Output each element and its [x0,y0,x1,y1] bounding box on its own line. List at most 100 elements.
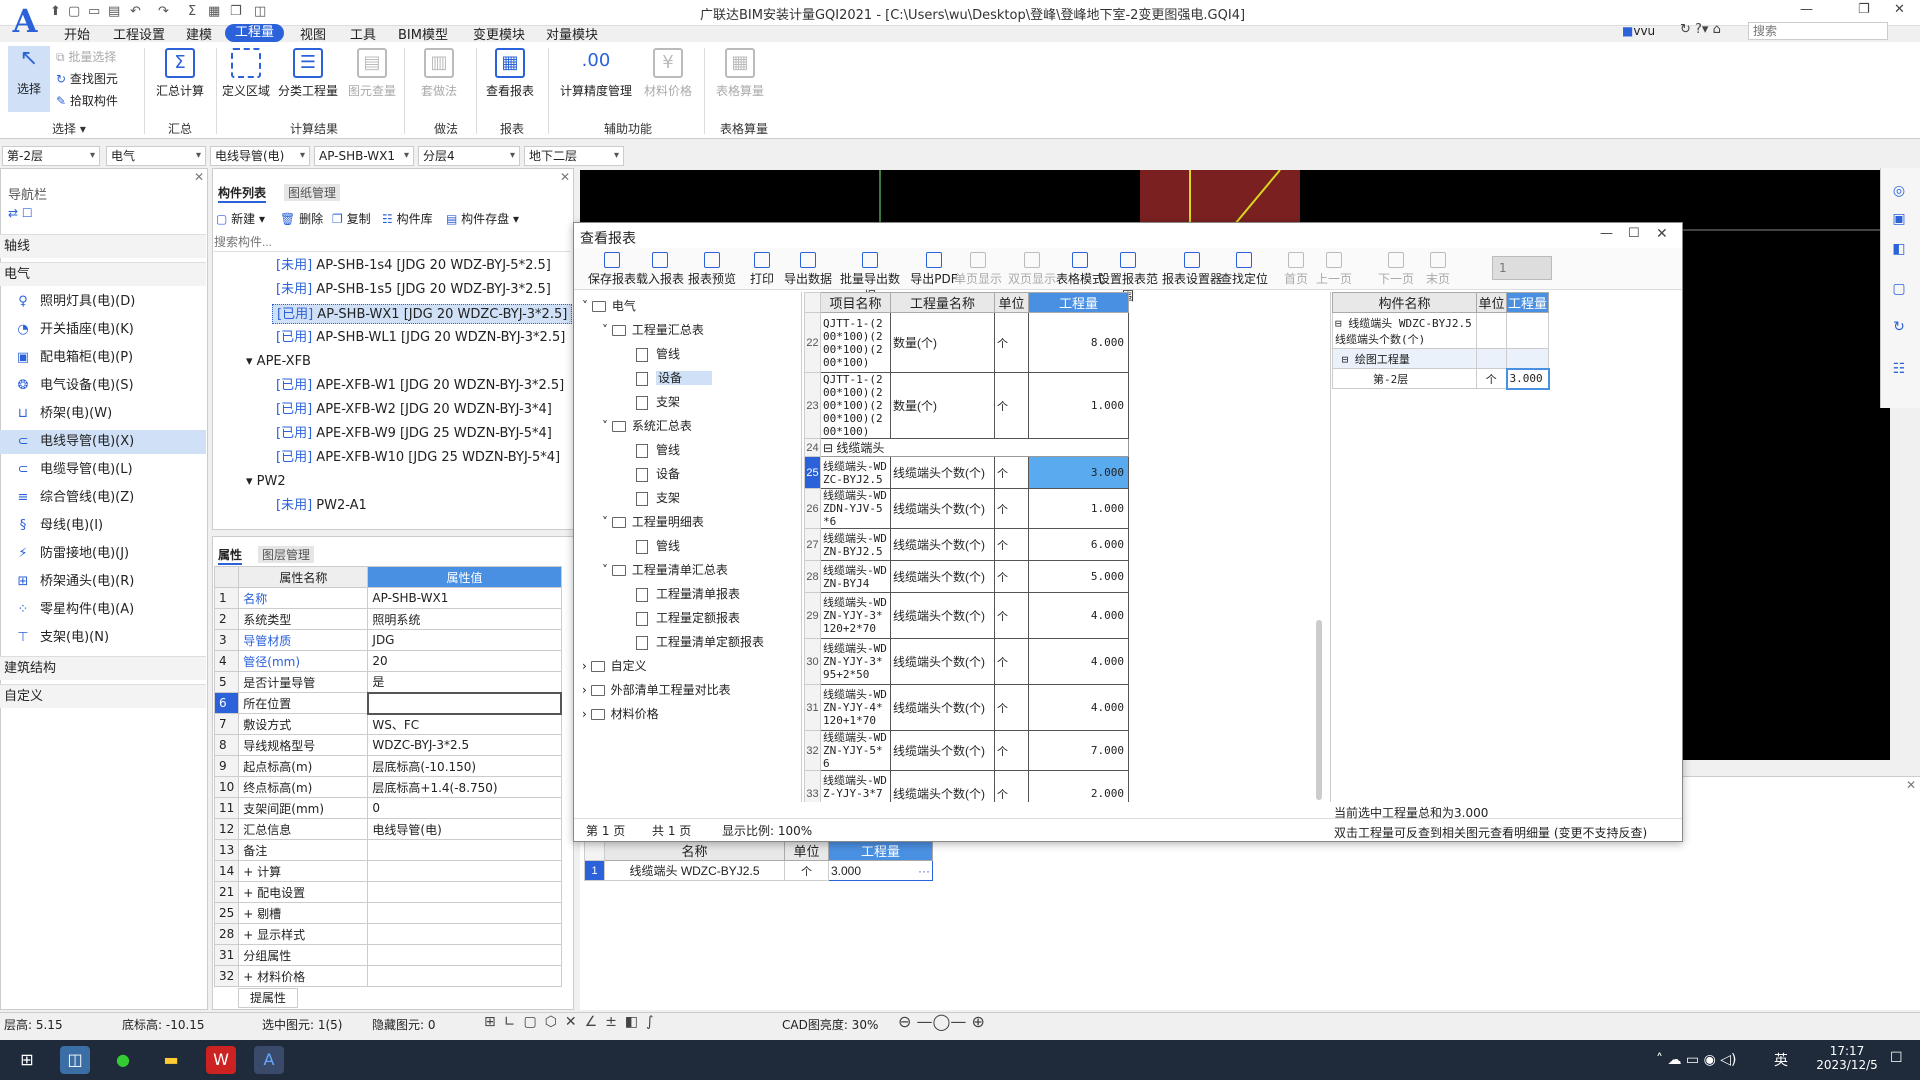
save-icon[interactable]: ⬆ [50,4,61,19]
menu-quantity[interactable]: 工程量 [225,24,285,42]
tab-properties[interactable]: 属性 [218,546,243,565]
discipline-select[interactable]: 电气 [106,146,206,166]
box-icon[interactable]: ▢ [1886,276,1912,302]
menu-change[interactable]: 变更模块 [473,24,525,43]
report-tree-item[interactable]: 支架 [622,390,680,414]
calc-icon[interactable]: Σ [188,4,196,19]
report-row[interactable]: 26 线缆端头-WDZDN-YJV-5*6 线缆端头个数(个) 个 1.000 [804,488,1129,529]
comp-item[interactable]: [未用] AP-SHB-1s4 [JDG 20 WDZ-BYJ-5*2.5] [276,256,551,276]
layer-select[interactable]: 分层4 [418,146,520,166]
print-icon[interactable]: ▤ [108,4,120,19]
prev-page-button[interactable]: 上一页 [1302,252,1366,287]
property-row[interactable]: 31 分组属性 [213,944,562,966]
menu-bim[interactable]: BIM模型 [398,24,448,43]
property-row[interactable]: 10 终点标高(m) 层底标高+1.4(-8.750) [213,776,562,798]
detail-row-component[interactable]: ⊟ 线缆端头 WDZC-BYJ2.5 线缆端头个数(个) [1332,312,1477,349]
delete-component-button[interactable]: 🗑 删除 [280,210,323,227]
comp-item-selected[interactable]: [已用] AP-SHB-WX1 [JDG 20 WDZC-BYJ-3*2.5] [272,304,573,324]
property-row[interactable]: 9 起点标高(m) 层底标高(-10.150) [213,755,562,777]
property-row[interactable]: 32 + 材料价格 [213,965,562,987]
menu-check[interactable]: 对量模块 [546,24,598,43]
comp-item[interactable]: [已用] APE-XFB-W9 [JDG 25 WDZN-BYJ-5*4] [276,424,552,444]
windows-start-icon[interactable]: ⊞ [12,1046,42,1074]
minimize-icon[interactable]: — [1800,2,1813,17]
copy-icon[interactable]: ❐ [230,4,242,19]
grid-icon[interactable]: ▦ [208,4,220,19]
define-area-button[interactable]: 定义区域 [220,48,272,99]
property-row[interactable]: 2 系统类型 照明系统 [213,608,562,630]
report-tree-item[interactable]: ˅ 工程量清单汇总表 [602,558,728,582]
select-button[interactable]: ↖ 选择 [8,46,50,112]
report-tree-item[interactable]: 设备 [622,366,713,390]
property-row[interactable]: 8 导线规格型号 WDZC-BYJ-3*2.5 [213,734,562,756]
table-calc-button[interactable]: ▦ 表格算量 [712,48,768,99]
nav-item-switch[interactable]: ◔ 开关插座(电)(K) [14,318,133,342]
summary-calc-button[interactable]: Σ 汇总计算 [150,48,210,99]
property-row[interactable]: 1 名称 AP-SHB-WX1 [213,587,562,609]
report-row[interactable]: 22 QJTT-1-(200*100)(200*100)(200*100) 数量(个… [804,312,1129,373]
notification-icon[interactable]: ☐ [1890,1050,1903,1066]
pick-component-button[interactable]: ✎ 拾取构件 [56,92,118,109]
new-file-icon[interactable]: ▢ [68,4,80,19]
new-component-button[interactable]: ▢ 新建 ▾ [216,210,265,227]
export-data-button[interactable]: 导出数据 [776,252,840,287]
property-row[interactable]: 25 + 剔槽 [213,902,562,924]
brightness-slider[interactable]: ⊖ —◯— ⊕ [898,1012,985,1031]
property-row[interactable]: 13 备注 [213,839,562,861]
property-row[interactable]: 6 所在位置 [213,691,563,715]
report-tree-item[interactable]: › 外部清单工程量对比表 [582,678,731,702]
report-tree-item[interactable]: ˅ 系统汇总表 [602,414,692,438]
nav-section-elec[interactable]: 电气 [0,262,206,286]
3d-icon[interactable]: ▣ [1886,206,1912,232]
nav-item-bracket[interactable]: ⊤ 支架(电)(N) [14,626,109,650]
report-row[interactable]: 29 线缆端头-WDZN-YJY-3*120+2*70 线缆端头个数(个) 个 4.00… [804,592,1129,639]
floor-select[interactable]: 第-2层 [2,146,100,166]
snap-tools-icon[interactable]: ⊞∟▢⬡✕∠±◧∫ [484,1014,661,1030]
rotate-icon[interactable]: ↻ [1886,314,1912,340]
nav-section-custom[interactable]: 自定义 [0,684,206,708]
nav-item-wire-conduit[interactable]: ⊂ 电线导管(电)(X) [0,430,206,454]
report-tree-item[interactable]: 管线 [622,438,680,462]
dialog-maximize-icon[interactable]: ☐ [1628,226,1640,241]
nav-tools-icon[interactable]: ⇄ ☐ [8,206,33,220]
property-row[interactable]: 11 支架间距(mm) 0 [213,797,562,819]
report-tree-item[interactable]: 设备 [622,462,680,486]
precision-management-button[interactable]: .00 计算精度管理 [556,48,636,99]
menu-start[interactable]: 开始 [64,24,90,43]
view-method-button[interactable]: ▥ 套做法 [414,48,464,99]
report-row[interactable]: 28 线缆端头-WDZN-BYJ4 线缆端头个数(个) 个 5.000 [804,560,1129,593]
batch-select-button[interactable]: ⧉ 批量选择 [56,48,116,65]
detail-row-floor[interactable]: 第-2层 [1332,368,1477,389]
report-row[interactable]: 25 线缆端头-WDZC-BYJ2.5 线缆端头个数(个) 个 3.000 [804,456,1129,489]
report-row[interactable]: 31 线缆端头-WDZN-YJY-4*120+1*70 线缆端头个数(个) 个 4.00… [804,684,1129,731]
extract-properties-button[interactable]: 提属性 [238,988,298,1008]
comp-item[interactable]: [已用] APE-XFB-W1 [JDG 20 WDZN-BYJ-3*2.5] [276,376,564,396]
report-tree-item[interactable]: ˅ 工程量明细表 [602,510,704,534]
property-row[interactable]: 21 + 配电设置 [213,881,562,903]
report-tree-item[interactable]: › 材料价格 [582,702,659,726]
last-page-button[interactable]: 末页 [1406,252,1470,287]
ime-indicator[interactable]: 英 [1774,1050,1788,1070]
report-tree-item[interactable]: 管线 [622,342,680,366]
nav-section-axis[interactable]: 轴线 [0,234,206,258]
wps-icon[interactable]: W [206,1046,236,1074]
report-tree-item[interactable]: 工程量清单报表 [622,582,740,606]
report-tree-item[interactable]: › 自定义 [582,654,647,678]
property-row[interactable]: 4 管径(mm) 20 [213,650,562,672]
comp-close-icon[interactable]: ✕ [560,170,570,184]
detail-row-drawing[interactable]: ⊟ 绘图工程量 [1332,348,1477,369]
report-tree-item[interactable]: 工程量清单定额报表 [622,630,764,654]
type-select[interactable]: 电线导管(电) [210,146,310,166]
property-row[interactable]: 3 导管材质 JDG [213,629,562,651]
comp-group[interactable]: ▾ APE-XFB [246,352,311,372]
report-tree-item[interactable]: 支架 [622,486,680,510]
component-save-button[interactable]: ▤ 构件存盘 ▾ [446,210,519,227]
comp-item[interactable]: [未用] AP-SHB-1s5 [JDG 20 WDZ-BYJ-3*2.5] [276,280,551,300]
help-icon[interactable]: ↻ ?▾ ⌂ [1680,22,1721,37]
comp-group[interactable]: ▾ PW2 [246,472,286,492]
nav-item-cable-conduit[interactable]: ⊂ 电缆导管(电)(L) [14,458,133,482]
component-search-input[interactable] [214,232,570,252]
cube-icon[interactable]: ◧ [1886,236,1912,262]
properties-icon[interactable]: ☷ [1886,356,1912,382]
clock[interactable]: 17:17 2023/12/5 [1812,1044,1882,1072]
